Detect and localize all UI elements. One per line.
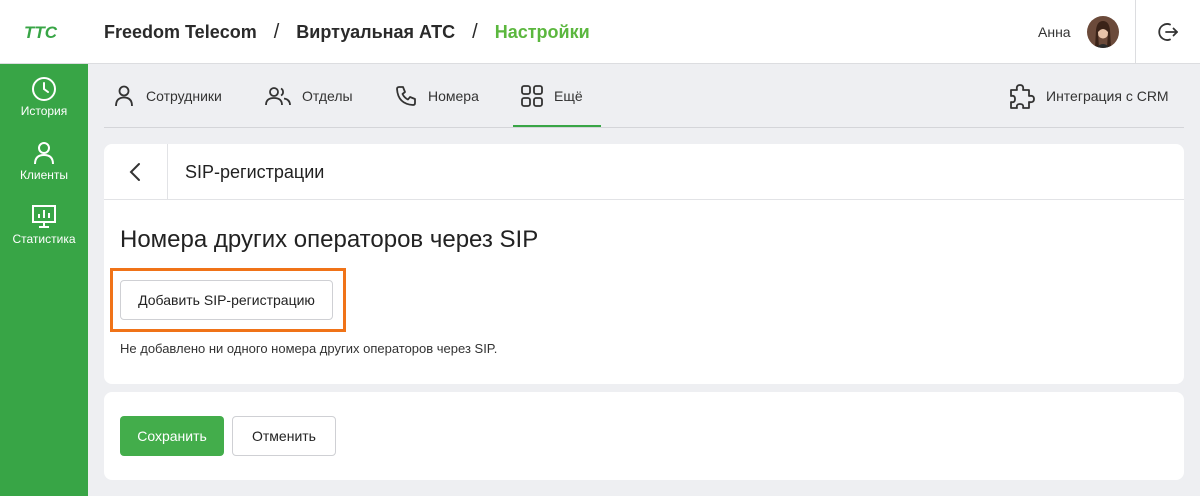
svg-text:ТТС: ТТС — [24, 23, 58, 42]
tab-label: Ещё — [554, 88, 583, 104]
tab-bar: Сотрудники Отделы Номера Ещё Интеграция … — [104, 64, 1184, 128]
person-icon — [34, 142, 54, 165]
sidebar-item-label: Статистика — [12, 232, 76, 246]
sidebar-item-label: История — [20, 104, 68, 118]
sidebar-item-history[interactable]: История — [0, 76, 88, 136]
top-header: ТТС Freedom Telecom / Виртуальная АТС / … — [0, 0, 1200, 64]
chevron-left-icon — [129, 163, 140, 181]
active-tab-indicator — [513, 125, 601, 127]
grid-icon — [521, 85, 543, 107]
tab-numbers[interactable]: Номера — [394, 64, 479, 128]
tab-label: Интеграция с CRM — [1046, 88, 1169, 104]
phone-icon — [396, 86, 416, 106]
back-button[interactable] — [104, 144, 168, 200]
tab-crm-integration[interactable]: Интеграция с CRM — [1008, 64, 1169, 128]
sidebar-item-clients[interactable]: Клиенты — [0, 140, 88, 200]
breadcrumb: Freedom Telecom / Виртуальная АТС / Наст… — [104, 0, 590, 64]
tab-more[interactable]: Ещё — [520, 64, 583, 128]
sidebar-item-label: Клиенты — [19, 168, 69, 182]
add-sip-registration-button[interactable]: Добавить SIP-регистрацию — [120, 280, 333, 320]
breadcrumb-separator: / — [472, 20, 478, 43]
sidebar: История Клиенты Статистика — [0, 64, 88, 496]
card-title: SIP-регистрации — [185, 162, 325, 182]
breadcrumb-item-settings: Настройки — [494, 21, 590, 42]
section-heading: Номера других операторов через SIP — [120, 226, 539, 253]
header-divider — [1135, 0, 1136, 64]
empty-state-text: Не добавлено ни одного номера других опе… — [120, 341, 498, 356]
breadcrumb-item-company[interactable]: Freedom Telecom — [104, 22, 257, 43]
logout-icon[interactable] — [1156, 20, 1180, 44]
clock-icon — [32, 77, 56, 101]
ttc-logo[interactable]: ТТС — [24, 22, 64, 42]
sidebar-item-statistics[interactable]: Статистика — [0, 204, 88, 264]
tab-label: Отделы — [302, 88, 353, 104]
people-icon — [265, 87, 291, 106]
actions-card: Сохранить Отменить — [104, 392, 1184, 480]
tab-label: Сотрудники — [146, 88, 222, 104]
save-button[interactable]: Сохранить — [120, 416, 224, 456]
tab-employees[interactable]: Сотрудники — [112, 64, 222, 128]
breadcrumb-separator: / — [273, 20, 280, 43]
sip-registrations-card: SIP-регистрации Номера других операторов… — [104, 144, 1184, 384]
breadcrumb-item-pbx[interactable]: Виртуальная АТС — [296, 22, 455, 43]
card-header: SIP-регистрации — [104, 144, 1184, 200]
puzzle-icon — [1010, 84, 1035, 109]
tab-departments[interactable]: Отделы — [264, 64, 353, 128]
person-icon — [115, 85, 133, 107]
chart-monitor-icon — [32, 205, 56, 228]
avatar[interactable] — [1087, 16, 1119, 48]
cancel-button[interactable]: Отменить — [232, 416, 336, 456]
tab-label: Номера — [428, 88, 479, 104]
user-name[interactable]: Анна — [1038, 0, 1071, 64]
